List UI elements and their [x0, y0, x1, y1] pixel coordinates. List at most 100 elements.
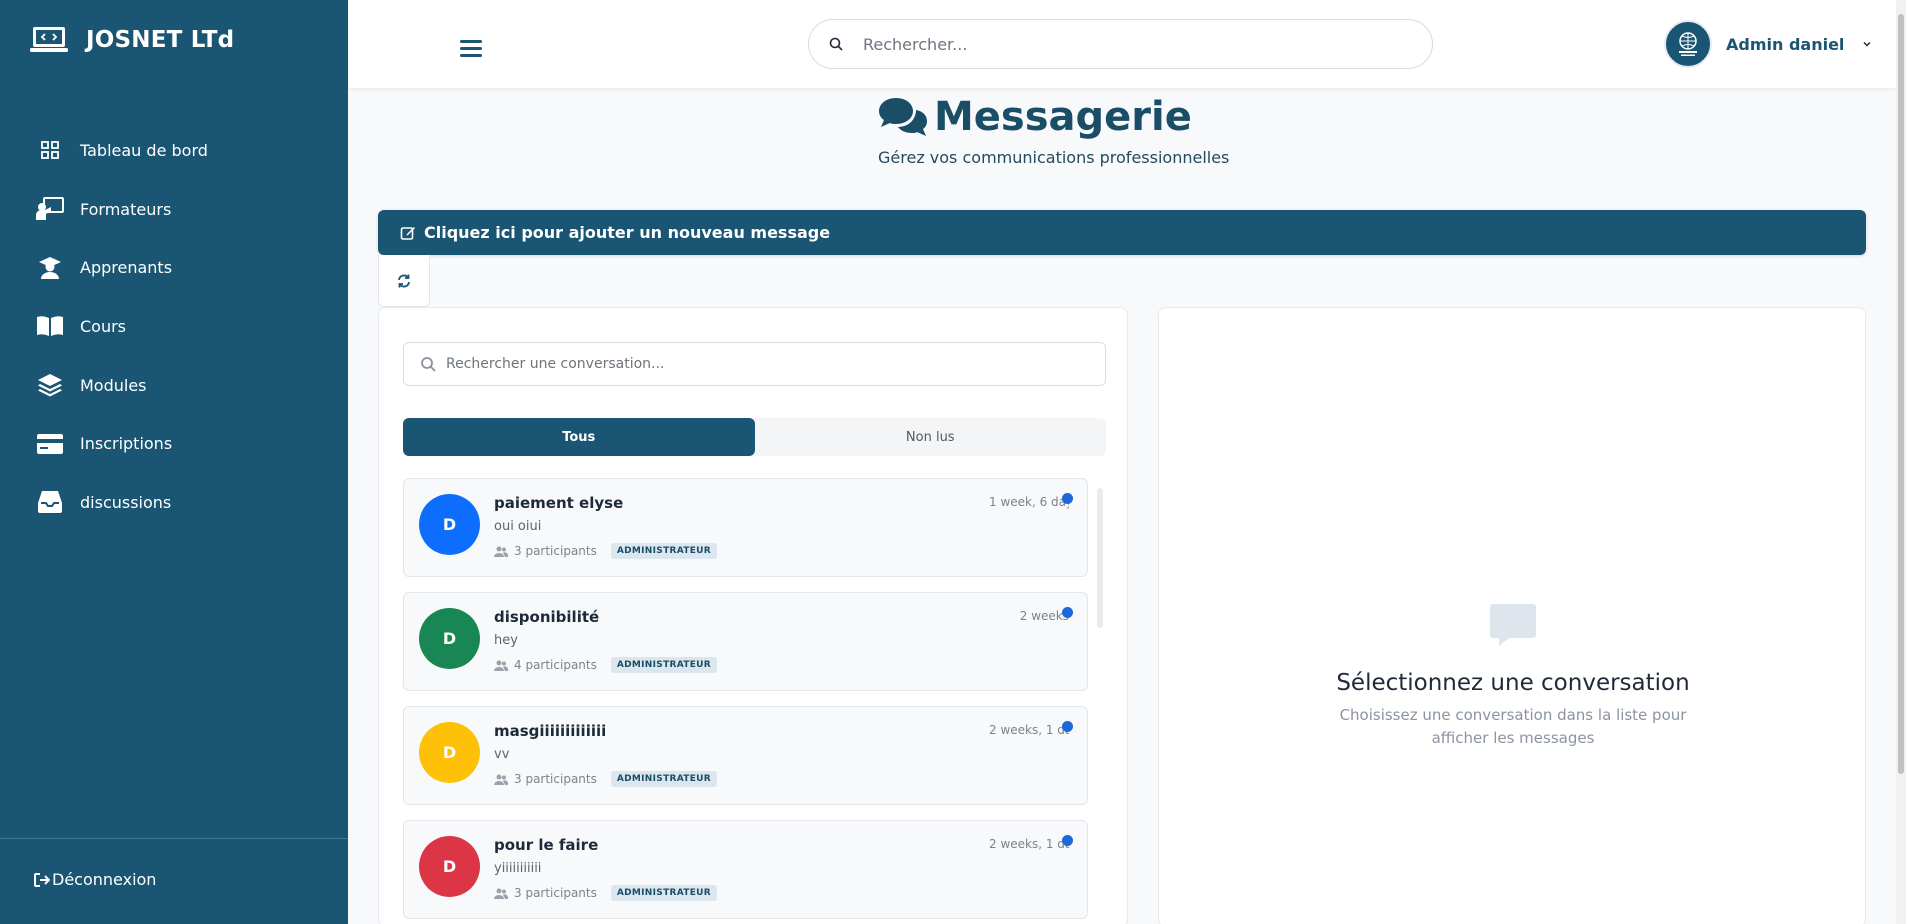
- conversation-title: disponibilité: [494, 608, 600, 626]
- conversation-item[interactable]: D pour le faire 2 weeks, 1 day yiiiiiiii…: [403, 820, 1088, 919]
- brand[interactable]: JOSNET LTd: [30, 25, 234, 55]
- global-search-input[interactable]: [863, 34, 1403, 54]
- sign-out-icon: [34, 872, 50, 887]
- search-icon: [421, 357, 436, 372]
- tab-non-lus[interactable]: Non lus: [755, 418, 1107, 456]
- topbar: Admin daniel: [348, 0, 1896, 88]
- logout-button[interactable]: Déconnexion: [34, 870, 156, 889]
- book-open-icon: [36, 312, 64, 340]
- conversation-time: 2 weeks, 1 day: [989, 837, 1069, 851]
- users-icon: [494, 660, 508, 671]
- comment-icon: [1490, 604, 1536, 646]
- conversation-title: masgiiiiiiiiiiiii: [494, 722, 607, 740]
- graduate-icon: [36, 254, 64, 282]
- participants-count: 3 participants: [514, 544, 597, 558]
- users-icon: [494, 774, 508, 785]
- conversation-meta: 3 participants ADMINISTRATEUR: [494, 885, 718, 901]
- participants-count: 4 participants: [514, 658, 597, 672]
- edit-icon: [400, 226, 415, 240]
- global-search[interactable]: [808, 19, 1433, 69]
- participants-count: 3 participants: [514, 772, 597, 786]
- conversation-meta: 3 participants ADMINISTRATEUR: [494, 543, 718, 559]
- sidebar-item-label: Apprenants: [80, 258, 173, 278]
- brand-name: JOSNET LTd: [86, 27, 235, 53]
- window-scrollbar-thumb[interactable]: [1898, 14, 1904, 774]
- globe-logo-icon: [1679, 32, 1697, 56]
- conversation-avatar: D: [419, 494, 480, 555]
- message-view-panel: Sélectionnez une conversation Choisissez…: [1158, 307, 1866, 924]
- refresh-icon: [398, 274, 410, 287]
- dashboard-icon: [36, 136, 64, 164]
- sidebar-item-cours[interactable]: Cours: [0, 297, 348, 356]
- unread-indicator: [1062, 721, 1073, 732]
- role-badge: ADMINISTRATEUR: [610, 657, 718, 673]
- sidebar-item-tableau-de-bord[interactable]: Tableau de bord: [0, 121, 348, 180]
- comments-icon: [879, 98, 927, 136]
- sidebar-divider: [0, 838, 348, 839]
- conversation-item[interactable]: D paiement elyse 1 week, 6 days oui oiui…: [403, 478, 1088, 577]
- role-badge: ADMINISTRATEUR: [610, 543, 718, 559]
- participants-count: 3 participants: [514, 886, 597, 900]
- user-menu[interactable]: Admin daniel: [1664, 20, 1872, 68]
- sidebar: JOSNET LTd Tableau de bord Formateurs Ap…: [0, 0, 348, 924]
- credit-card-icon: [36, 430, 64, 458]
- users-icon: [494, 546, 508, 557]
- conversation-preview: oui oiui: [494, 519, 542, 534]
- users-icon: [494, 888, 508, 899]
- conversation-item[interactable]: D disponibilité 2 weeks hey 4 participan…: [403, 592, 1088, 691]
- sidebar-item-inscriptions[interactable]: Inscriptions: [0, 414, 348, 473]
- conversation-meta: 3 participants ADMINISTRATEUR: [494, 771, 718, 787]
- avatar: [1664, 20, 1712, 68]
- sidebar-item-modules[interactable]: Modules: [0, 356, 348, 415]
- conversation-time: 1 week, 6 days: [989, 495, 1069, 509]
- unread-indicator: [1062, 493, 1073, 504]
- chevron-down-icon: [1863, 41, 1871, 47]
- chalkboard-teacher-icon: [36, 195, 64, 223]
- conversation-meta: 4 participants ADMINISTRATEUR: [494, 657, 718, 673]
- conversation-avatar: D: [419, 722, 480, 783]
- sidebar-nav: Tableau de bord Formateurs Apprenants Co…: [0, 121, 348, 532]
- role-badge: ADMINISTRATEUR: [610, 771, 718, 787]
- page-title: Messagerie: [878, 94, 1192, 140]
- new-message-label: Cliquez ici pour ajouter un nouveau mess…: [424, 223, 831, 242]
- empty-state-title: Sélectionnez une conversation: [1336, 670, 1690, 696]
- sidebar-item-label: Inscriptions: [80, 434, 173, 454]
- conversation-list-panel: Tous Non lus D paiement elyse 1 week, 6 …: [378, 307, 1128, 924]
- empty-state-subtitle: Choisissez une conversation dans la list…: [1339, 706, 1687, 747]
- sidebar-item-apprenants[interactable]: Apprenants: [0, 238, 348, 297]
- page-title-text: Messagerie: [934, 94, 1192, 140]
- conversation-time: 2 weeks: [1019, 609, 1069, 623]
- tab-tous[interactable]: Tous: [403, 418, 755, 456]
- conversation-title: paiement elyse: [494, 494, 624, 512]
- refresh-button[interactable]: [378, 255, 430, 307]
- conversation-list: D paiement elyse 1 week, 6 days oui oiui…: [403, 478, 1088, 924]
- new-message-button[interactable]: Cliquez ici pour ajouter un nouveau mess…: [378, 210, 1866, 255]
- conversation-filter-tabs: Tous Non lus: [403, 418, 1106, 456]
- sidebar-item-label: Formateurs: [80, 199, 172, 219]
- sidebar-item-label: discussions: [80, 492, 172, 512]
- conversation-search[interactable]: [403, 342, 1106, 386]
- conversation-time: 2 weeks, 1 day: [989, 723, 1069, 737]
- conversation-preview: vv: [494, 747, 510, 762]
- sidebar-item-label: Modules: [80, 375, 147, 395]
- window-scrollbar[interactable]: [1896, 0, 1906, 924]
- sidebar-item-label: Cours: [80, 316, 127, 336]
- conversation-preview: yiiiiiiiiiii: [494, 861, 542, 876]
- sidebar-item-formateurs[interactable]: Formateurs: [0, 180, 348, 239]
- list-scrollbar[interactable]: [1097, 488, 1103, 628]
- logout-label: Déconnexion: [52, 870, 157, 889]
- conversation-item[interactable]: D masgiiiiiiiiiiiii 2 weeks, 1 day vv 3 …: [403, 706, 1088, 805]
- layers-icon: [36, 371, 64, 399]
- conversation-avatar: D: [419, 836, 480, 897]
- role-badge: ADMINISTRATEUR: [610, 885, 718, 901]
- sidebar-item-discussions[interactable]: discussions: [0, 473, 348, 532]
- menu-toggle-icon[interactable]: [460, 40, 482, 58]
- inbox-icon: [36, 488, 64, 516]
- unread-indicator: [1062, 607, 1073, 618]
- unread-indicator: [1062, 835, 1073, 846]
- laptop-code-icon: [30, 27, 68, 52]
- user-name: Admin daniel: [1726, 34, 1845, 54]
- sidebar-item-label: Tableau de bord: [80, 140, 208, 160]
- conversation-preview: hey: [494, 633, 518, 648]
- conversation-search-input[interactable]: [446, 356, 1086, 372]
